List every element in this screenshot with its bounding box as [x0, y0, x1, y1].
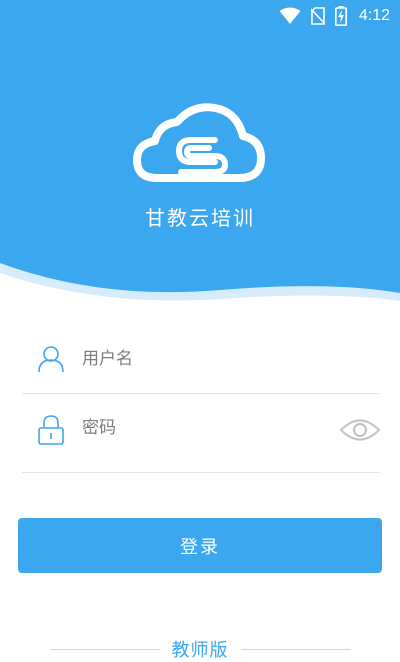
wifi-icon	[279, 7, 301, 25]
header-banner: 4:12 甘教云培训	[0, 0, 400, 310]
status-time: 4:12	[358, 7, 390, 24]
eye-icon[interactable]	[339, 417, 381, 447]
username-input[interactable]	[80, 342, 334, 376]
divider-left	[49, 648, 160, 650]
header-wave	[0, 263, 400, 310]
login-button[interactable]: 登录	[18, 518, 382, 573]
no-sim-icon	[310, 7, 325, 25]
password-input[interactable]	[80, 411, 334, 445]
divider-right	[240, 648, 351, 650]
app-title: 甘教云培训	[145, 206, 255, 230]
lock-icon	[38, 415, 64, 449]
edition-footer: 教师版	[0, 636, 400, 662]
username-field	[22, 324, 380, 394]
password-field	[22, 393, 381, 473]
user-icon	[38, 346, 64, 376]
status-bar: 4:12	[0, 0, 400, 32]
battery-charging-icon	[334, 6, 347, 26]
cloud-logo-icon	[133, 102, 265, 186]
edition-label: 教师版	[171, 640, 229, 661]
